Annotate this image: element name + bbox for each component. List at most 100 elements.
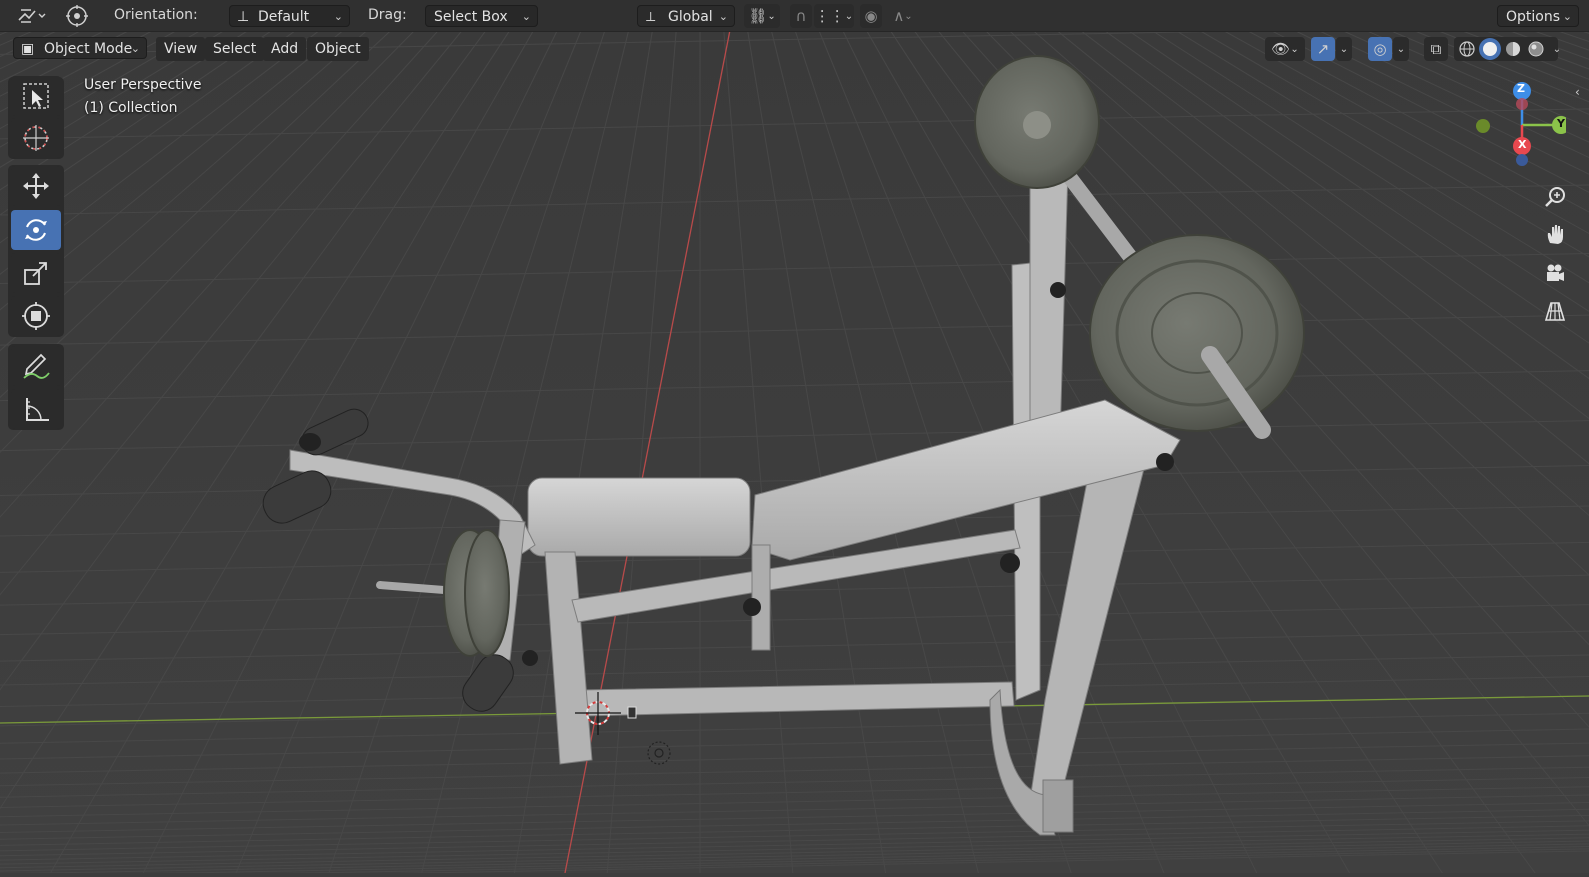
- weight-plate: [1089, 234, 1305, 432]
- annotate-pencil-icon: [23, 353, 50, 379]
- transform-gizmo-icon: [22, 302, 50, 330]
- chevron-down-icon: ⌄: [1290, 43, 1299, 55]
- chevron-down-icon: ⌄: [1552, 43, 1562, 55]
- transform-orientation-dropdown[interactable]: ⟂ Global ⌄: [637, 5, 735, 27]
- options-label: Options: [1506, 9, 1561, 25]
- chevron-down-icon: ⌄: [1562, 10, 1572, 23]
- xray-icon: ⧉: [1430, 40, 1442, 58]
- menu-select[interactable]: Select: [205, 37, 265, 61]
- drag-dropdown[interactable]: Select Box ⌄: [425, 5, 538, 27]
- editor-type-icon: [18, 9, 46, 23]
- wireframe-icon: [1459, 41, 1475, 57]
- menu-object[interactable]: Object: [307, 37, 369, 61]
- rendered-sphere-icon: [1528, 41, 1544, 57]
- visibility-dropdown[interactable]: 👁 ⌄: [1265, 37, 1305, 61]
- chevron-down-icon: ⌄: [767, 10, 776, 22]
- chevron-down-icon: ⌄: [1396, 43, 1406, 55]
- rotate-icon: [25, 219, 47, 241]
- tool-scale[interactable]: [11, 253, 61, 293]
- active-collection-text: (1) Collection: [84, 100, 178, 116]
- view-perspective-text: User Perspective: [84, 77, 202, 93]
- drag-value: Select Box: [434, 9, 508, 25]
- snap-target-dropdown[interactable]: ⋮⋮ ⌄: [814, 4, 854, 28]
- zoom-button[interactable]: [1538, 180, 1572, 214]
- material-sphere-icon: [1506, 42, 1520, 56]
- editor-type-button[interactable]: [14, 4, 48, 28]
- tool-transform[interactable]: [11, 296, 61, 336]
- xray-toggle[interactable]: ⧉: [1424, 37, 1448, 61]
- transform-icon: [66, 5, 88, 27]
- sidebar-toggle-icon[interactable]: ‹: [1575, 85, 1580, 99]
- move-arrows-icon: [23, 173, 49, 199]
- proportional-edit-icon: ◉: [864, 7, 878, 25]
- gizmo-y-label: Y: [1557, 117, 1565, 130]
- measure-ruler-icon: [26, 398, 49, 421]
- viewport-background: [0, 0, 1589, 873]
- drag-label: Drag:: [368, 7, 407, 23]
- chevron-down-icon: ⌄: [1339, 43, 1349, 55]
- crosshair-cursor-icon: [23, 125, 49, 151]
- transform-space-value: Global: [668, 9, 713, 25]
- object-mode-icon: ▣: [21, 41, 35, 57]
- tool-measure[interactable]: [11, 389, 61, 429]
- shading-dropdown[interactable]: ⌄: [1549, 37, 1565, 61]
- solid-sphere-icon: [1483, 42, 1497, 56]
- eye-icon: 👁: [1271, 40, 1291, 58]
- gizmo-x-label: X: [1518, 138, 1527, 151]
- tool-select-box[interactable]: [11, 76, 61, 116]
- hand-pan-icon: [1547, 225, 1563, 244]
- orientation-value: Default: [258, 9, 310, 25]
- overlays-toggle[interactable]: ◎: [1368, 37, 1392, 61]
- navigation-gizmo[interactable]: Z Y X: [1466, 80, 1570, 170]
- viewport-header: Orientation: ⊥ Default ⌄ Drag: Select Bo…: [0, 0, 1589, 32]
- viewport-scene: [0, 0, 1589, 877]
- tool-move[interactable]: [11, 166, 61, 206]
- tool-rotate[interactable]: [11, 210, 61, 250]
- wireframe-shading-button[interactable]: [1456, 38, 1478, 60]
- 3d-viewport[interactable]: [0, 0, 1589, 877]
- material-shading-button[interactable]: [1502, 38, 1524, 60]
- camera-icon: [1547, 264, 1564, 281]
- snap-toggle[interactable]: ∩: [790, 4, 812, 28]
- orientation-axes-icon: ⊥: [237, 9, 250, 25]
- object-mode-dropdown[interactable]: ▣ Object Mode ⌄: [13, 37, 147, 59]
- scale-icon: [24, 262, 47, 285]
- select-box-icon: [23, 83, 49, 109]
- pivot-point-dropdown[interactable]: ⛓ ⌄: [744, 4, 780, 28]
- overlays-icon: ◎: [1373, 40, 1387, 58]
- solid-shading-button[interactable]: [1479, 38, 1501, 60]
- global-axes-icon: ⟂: [646, 9, 656, 25]
- overlays-dropdown[interactable]: ⌄: [1393, 37, 1409, 61]
- gizmo-dropdown[interactable]: ⌄: [1336, 37, 1352, 61]
- chevron-down-icon: ⌄: [333, 10, 343, 23]
- object-mode-value: Object Mode: [44, 41, 133, 57]
- transform-pivot-button[interactable]: [62, 4, 92, 28]
- options-dropdown[interactable]: Options ⌄: [1497, 5, 1579, 27]
- chevron-down-icon: ⌄: [904, 10, 913, 22]
- gizmo-z-label: Z: [1517, 82, 1525, 95]
- menu-view[interactable]: View: [156, 37, 206, 61]
- menu-add[interactable]: Add: [263, 37, 307, 61]
- ortho-toggle-button[interactable]: [1538, 294, 1572, 328]
- falloff-dropdown[interactable]: ∧ ⌄: [884, 4, 922, 28]
- camera-view-button[interactable]: [1538, 256, 1572, 290]
- proportional-edit-toggle[interactable]: ◉: [860, 4, 882, 28]
- orientation-label: Orientation:: [114, 7, 198, 23]
- chevron-down-icon: ⌄: [130, 42, 140, 55]
- rendered-shading-button[interactable]: [1525, 38, 1547, 60]
- perspective-grid-icon: [1544, 302, 1566, 321]
- pivot-icon: ⛓: [748, 7, 768, 25]
- zoom-magnifier-icon: [1545, 187, 1565, 207]
- tool-annotate[interactable]: [11, 346, 61, 386]
- chevron-down-icon: ⌄: [844, 10, 854, 22]
- falloff-curve-icon: ∧: [893, 7, 905, 25]
- gizmo-toggle[interactable]: ↗: [1311, 37, 1335, 61]
- chevron-down-icon: ⌄: [521, 10, 531, 23]
- axis-gizmo-icon: [1476, 82, 1570, 166]
- viewport-menubar: ▣ Object Mode ⌄ View Select Add Object 👁…: [0, 31, 1589, 65]
- chevron-down-icon: ⌄: [718, 10, 728, 23]
- tool-cursor[interactable]: [11, 118, 61, 158]
- magnet-icon: ∩: [795, 7, 807, 25]
- orientation-dropdown[interactable]: ⊥ Default ⌄: [229, 5, 350, 27]
- pan-button[interactable]: [1538, 217, 1572, 251]
